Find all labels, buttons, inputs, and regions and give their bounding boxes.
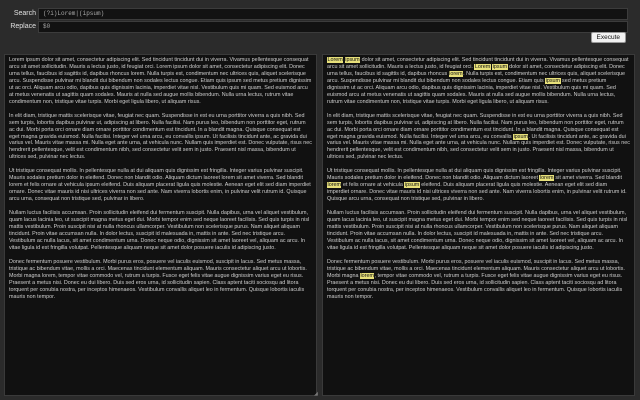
toolbar: Search (?i)Lorem|(ipsum) Replace $0 Exec… [0, 0, 640, 46]
match-highlight: ipsum [344, 57, 361, 63]
match-highlight: lorem [359, 272, 375, 279]
match-highlight: ipsum [513, 133, 529, 140]
source-paragraph: Lorem ipsum dolor sit amet, consectetur … [9, 57, 312, 105]
match-highlight: Lorem [327, 57, 344, 63]
match-highlight: lorem [539, 175, 554, 182]
source-paragraph: Donec fermentum posuere vestibulum. Morb… [9, 258, 307, 300]
replace-row: Replace $0 [0, 20, 628, 33]
result-paragraph: Donec fermentum posuere vestibulum. Morb… [327, 258, 625, 300]
replace-label: Replace [10, 23, 36, 30]
search-row: Search (?i)Lorem|(ipsum) [0, 7, 628, 20]
replace-input[interactable]: $0 [38, 20, 628, 33]
resize-grip-icon[interactable]: ◢ [314, 391, 319, 397]
search-label: Search [13, 10, 36, 17]
source-paragraph: Ut tristique consequat mollis. In pellen… [9, 168, 311, 203]
result-paragraph: Lorem ipsum dolor sit amet, consectetur … [327, 57, 629, 105]
match-highlight: ipsum [545, 77, 561, 84]
result-paragraph: Nullam luctus facilisis accumsan. Proin … [327, 210, 628, 251]
match-highlight: ipsum [492, 63, 508, 70]
source-paragraph: In elit diam, tristique mattis scelerisq… [9, 112, 312, 161]
match-highlight: ipsum [404, 182, 420, 189]
result-paragraph: Ut tristique consequat mollis. In pellen… [327, 168, 627, 203]
result-text-area: Lorem ipsum dolor sit amet, consectetur … [322, 54, 635, 396]
match-highlight: Lorem [474, 63, 491, 70]
source-paragraph: Nullam luctus facilisis accumsan. Proin … [9, 210, 310, 251]
source-text-area[interactable]: Lorem ipsum dolor sit amet, consectetur … [4, 54, 317, 396]
execute-button[interactable]: Execute [590, 32, 626, 43]
match-highlight: lorem [327, 182, 342, 189]
search-input[interactable]: (?i)Lorem|(ipsum) [38, 7, 628, 20]
result-paragraph: In elit diam, tristique mattis scelerisq… [327, 112, 630, 161]
match-highlight: lorem [448, 70, 464, 77]
